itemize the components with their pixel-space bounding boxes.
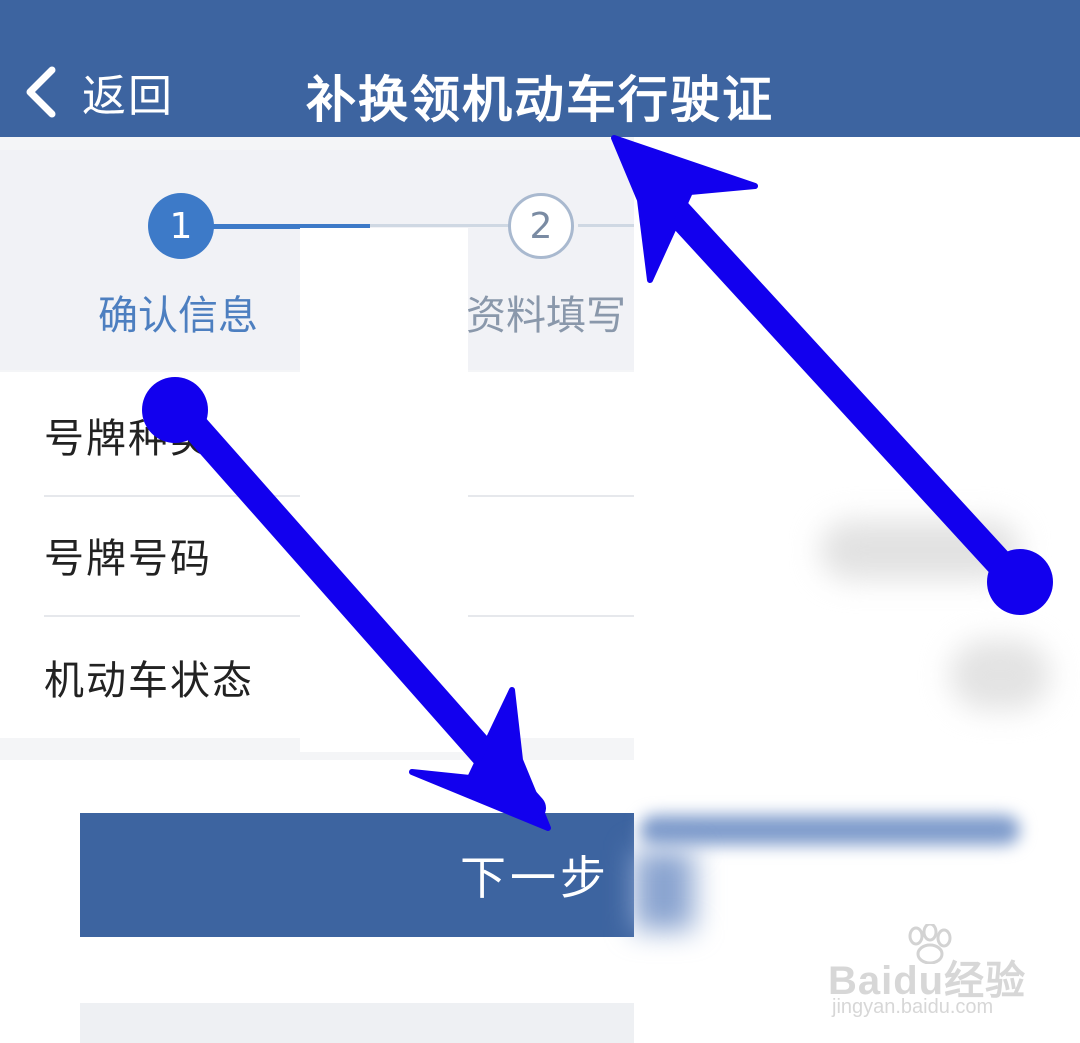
blurred-shape xyxy=(820,520,1020,580)
step-2-indicator: 2 xyxy=(508,193,574,259)
step-2-label: 资料填写 xyxy=(466,293,626,339)
occluding-panel xyxy=(300,228,468,752)
step-connector xyxy=(578,224,638,227)
next-label: 下一步 xyxy=(460,851,610,905)
blurred-overlay-panel xyxy=(634,137,1080,1043)
row-label: 机动车状态 xyxy=(44,658,254,704)
blurred-shape xyxy=(950,640,1050,710)
footer-strip xyxy=(80,1003,634,1043)
row-label: 号牌种类 xyxy=(44,416,212,462)
blurred-shape xyxy=(634,850,694,930)
blurred-shape xyxy=(640,815,1020,845)
next-step-button[interactable]: 下一步 xyxy=(80,813,634,937)
step-1-label: 确认信息 xyxy=(98,293,258,339)
step-1-indicator: 1 xyxy=(148,193,214,259)
page-title: 补换领机动车行驶证 xyxy=(306,71,774,129)
step-connector xyxy=(370,224,510,227)
watermark-url: jingyan.baidu.com xyxy=(832,996,994,1018)
baidu-watermark: Baidu经验 jingyan.baidu.com xyxy=(828,924,1028,1025)
row-label: 号牌号码 xyxy=(44,536,212,582)
